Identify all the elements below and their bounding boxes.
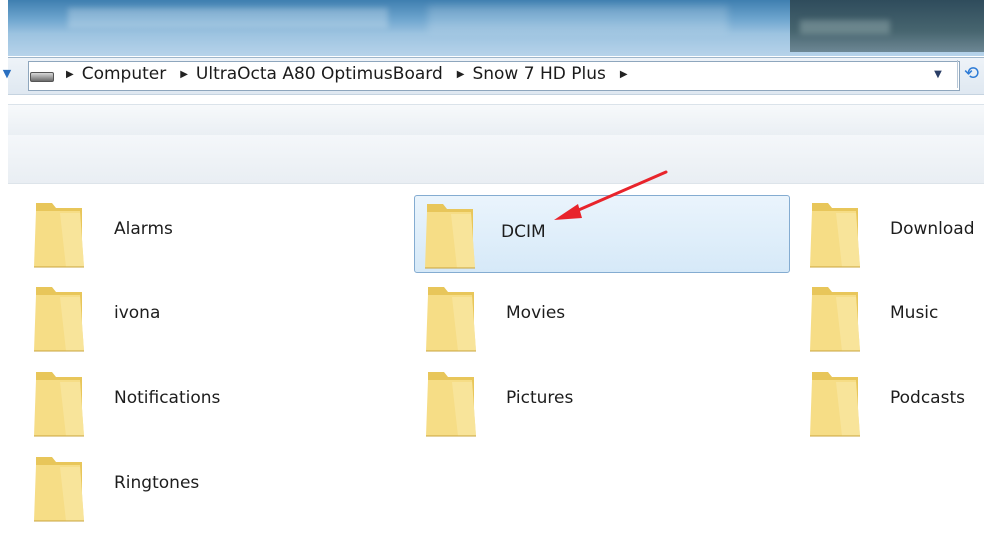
breadcrumb-device[interactable]: UltraOcta A80 OptimusBoard — [196, 64, 443, 84]
folder-label: ivona — [114, 303, 161, 323]
folder-icon — [425, 204, 475, 269]
folder-label: Download — [890, 219, 975, 239]
folder-item-ivona[interactable]: ivona — [8, 277, 384, 355]
command-bar — [8, 104, 984, 136]
folder-item-pictures[interactable]: Pictures — [400, 362, 776, 440]
folder-label: Ringtones — [114, 473, 200, 493]
chevron-right-icon[interactable]: ▶ — [620, 69, 628, 80]
folder-icon — [810, 287, 860, 352]
folder-label: DCIM — [501, 222, 546, 242]
nav-dropdown-icon[interactable]: ▼ — [0, 67, 14, 81]
window-title-bar — [8, 0, 984, 56]
chevron-right-icon[interactable]: ▶ — [66, 69, 74, 80]
folder-icon — [426, 372, 476, 437]
folder-icon — [34, 203, 84, 268]
folder-item-alarms[interactable]: Alarms — [8, 193, 384, 271]
chevron-down-icon[interactable]: ▼ — [930, 68, 946, 82]
folder-label: Notifications — [114, 388, 221, 408]
folder-item-notifications[interactable]: Notifications — [8, 362, 384, 440]
file-list: Alarms DCIM Download ivona Movies Music … — [8, 185, 984, 552]
column-header-bar — [8, 135, 984, 184]
refresh-icon[interactable]: ⟲ — [957, 60, 984, 88]
folder-icon — [810, 203, 860, 268]
breadcrumb-storage[interactable]: Snow 7 HD Plus — [472, 64, 605, 84]
folder-item-ringtones[interactable]: Ringtones — [8, 447, 384, 525]
folder-label: Music — [890, 303, 939, 323]
folder-label: Pictures — [506, 388, 574, 408]
folder-item-music[interactable]: Music — [784, 277, 984, 355]
folder-icon — [810, 372, 860, 437]
folder-item-download[interactable]: Download — [784, 193, 984, 271]
folder-item-movies[interactable]: Movies — [400, 277, 776, 355]
breadcrumb-computer[interactable]: Computer — [82, 64, 167, 84]
drive-icon — [30, 72, 54, 82]
folder-label: Movies — [506, 303, 566, 323]
chevron-right-icon[interactable]: ▶ — [457, 69, 465, 80]
folder-label: Alarms — [114, 219, 173, 239]
title-glass-highlight — [428, 6, 728, 32]
title-bar-background — [790, 0, 984, 52]
folder-item-podcasts[interactable]: Podcasts — [784, 362, 984, 440]
folder-icon — [34, 372, 84, 437]
folder-icon — [34, 457, 84, 522]
breadcrumb: ▶ Computer ▶ UltraOcta A80 OptimusBoard … — [66, 62, 636, 86]
folder-icon — [34, 287, 84, 352]
title-glass-highlight — [68, 8, 388, 28]
folder-icon — [426, 287, 476, 352]
folder-item-dcim[interactable]: DCIM — [414, 195, 790, 273]
folder-label: Podcasts — [890, 388, 965, 408]
chevron-right-icon[interactable]: ▶ — [180, 69, 188, 80]
